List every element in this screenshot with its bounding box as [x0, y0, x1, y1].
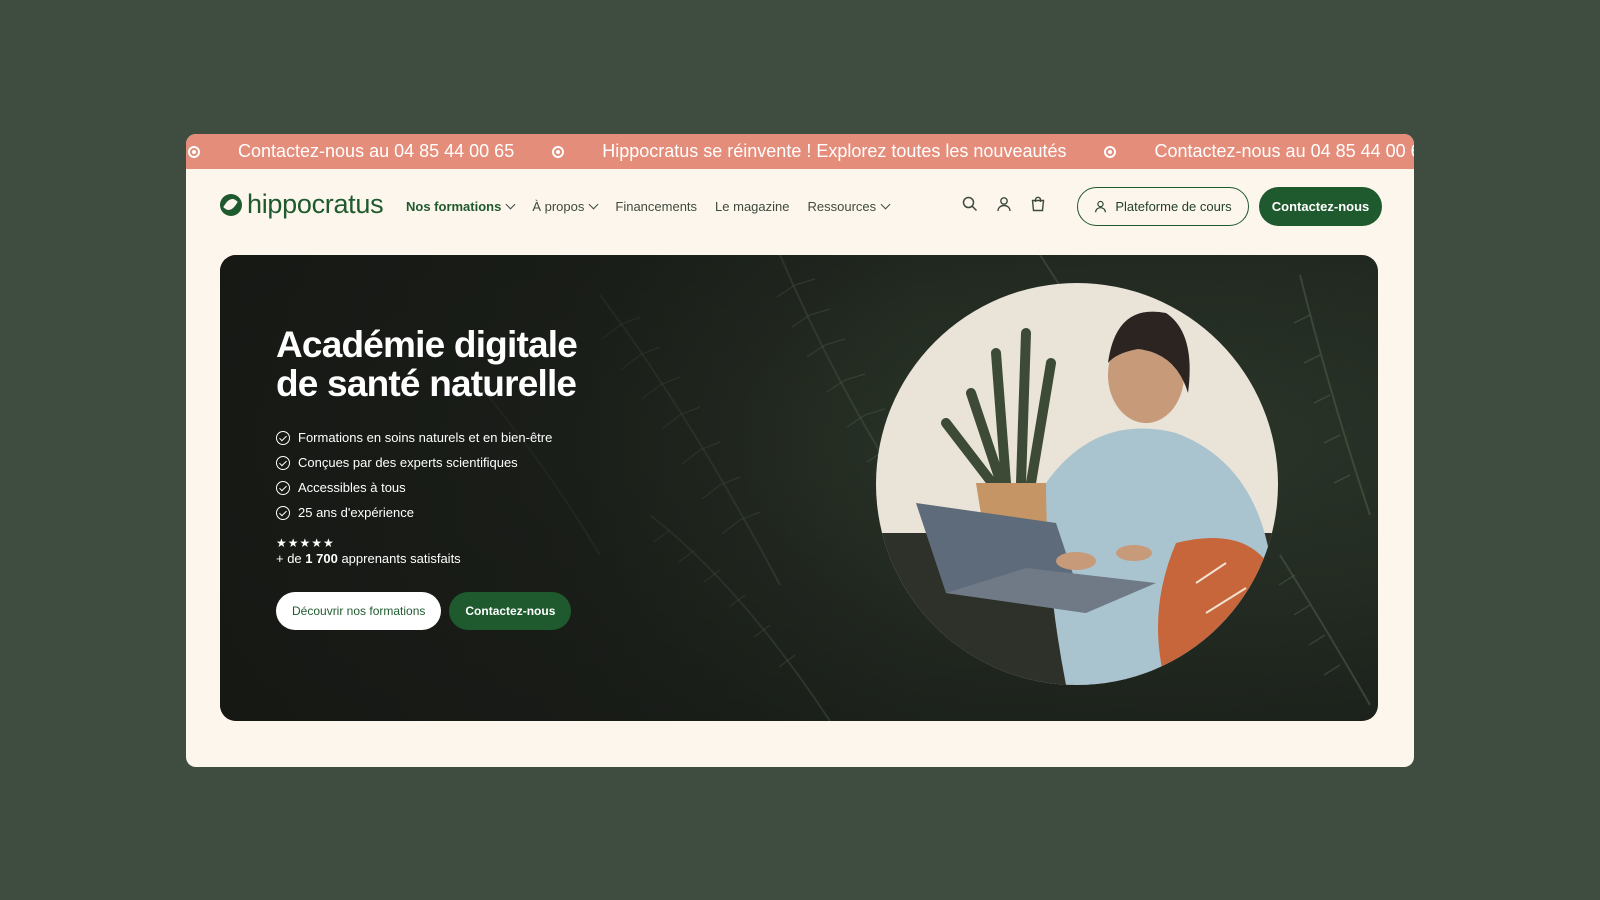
- feature-list: Formations en soins naturels et en bien-…: [276, 430, 577, 520]
- user-icon: [1095, 200, 1107, 213]
- hero-contact-button[interactable]: Contactez-nous: [449, 592, 572, 630]
- discover-courses-button[interactable]: Découvrir nos formations: [276, 592, 442, 630]
- feature-item: Accessibles à tous: [276, 480, 577, 495]
- bullet-icon: [1104, 145, 1117, 158]
- feature-text: Conçues par des experts scientifiques: [298, 455, 518, 470]
- feature-item: Formations en soins naturels et en bien-…: [276, 430, 577, 445]
- feature-text: Accessibles à tous: [298, 480, 406, 495]
- rating-block: ★★★★★ + de 1 700 apprenants satisfaits: [276, 536, 577, 566]
- rating-suffix: apprenants satisfaits: [337, 551, 461, 566]
- course-platform-button[interactable]: Plateforme de cours: [1077, 187, 1249, 226]
- brand-logo[interactable]: hippocratus: [220, 189, 384, 220]
- check-circle-icon: [276, 480, 290, 495]
- feature-item: Conçues par des experts scientifiques: [276, 455, 577, 470]
- announcement-message[interactable]: Contactez-nous au 04 85 44 00 65: [1116, 141, 1414, 162]
- chevron-down-icon: [505, 199, 516, 210]
- nav-item-label: Nos formations: [406, 199, 502, 214]
- check-circle-icon: [276, 505, 290, 520]
- rating-prefix: + de: [276, 551, 306, 566]
- star-rating-icon: ★★★★★: [276, 536, 335, 550]
- nav-item-label: Le magazine: [715, 199, 790, 214]
- feature-text: Formations en soins naturels et en bien-…: [298, 430, 553, 445]
- hero-photo-woman-laptop: [876, 283, 1278, 685]
- nav-item-nos-formations[interactable]: Nos formations: [406, 199, 516, 214]
- nav-item-label: Financements: [615, 199, 698, 214]
- hero-cta-row: Découvrir nos formations Contactez-nous: [276, 592, 577, 630]
- chevron-down-icon: [588, 199, 599, 210]
- course-platform-label: Plateforme de cours: [1115, 199, 1232, 214]
- nav-item-a-propos[interactable]: À propos: [532, 199, 599, 214]
- hero-banner: Académie digitale de santé naturelle For…: [220, 255, 1378, 721]
- nav-item-le-magazine[interactable]: Le magazine: [715, 199, 789, 214]
- announcement-message[interactable]: Hippocratus se réinvente ! Explorez tout…: [564, 141, 1104, 162]
- leaf-logo-icon: [220, 193, 242, 216]
- bullet-icon: [188, 145, 200, 158]
- nav-item-label: Ressources: [807, 199, 877, 214]
- contact-button[interactable]: Contactez-nous: [1259, 187, 1382, 226]
- user-icon[interactable]: [995, 195, 1013, 213]
- nav-item-financements[interactable]: Financements: [615, 199, 697, 214]
- feature-item: 25 ans d'expérience: [276, 505, 577, 520]
- check-circle-icon: [276, 455, 290, 470]
- cart-icon[interactable]: [1029, 195, 1047, 213]
- nav-tools: [961, 195, 1047, 213]
- nav-item-label: À propos: [532, 199, 585, 214]
- feature-text: 25 ans d'expérience: [298, 505, 414, 520]
- announcement-message[interactable]: Contactez-nous au 04 85 44 00 65: [200, 141, 552, 162]
- browser-page: Contactez-nous au 04 85 44 00 65 Hippocr…: [186, 134, 1414, 767]
- announcement-bar: Contactez-nous au 04 85 44 00 65 Hippocr…: [186, 134, 1414, 169]
- bullet-icon: [552, 145, 565, 158]
- nav-menu: Nos formations À propos Financements Le …: [406, 199, 891, 214]
- nav-item-ressources[interactable]: Ressources: [807, 199, 891, 214]
- main-navbar: hippocratus Nos formations À propos Fina…: [186, 169, 1414, 245]
- chevron-down-icon: [880, 199, 891, 210]
- brand-name: hippocratus: [247, 189, 384, 219]
- rating-count: 1 700: [305, 551, 338, 566]
- check-circle-icon: [276, 430, 290, 445]
- hero-content: Académie digitale de santé naturelle For…: [276, 324, 578, 630]
- hero-title: Académie digitale de santé naturelle: [276, 324, 578, 404]
- rating-text: + de 1 700 apprenants satisfaits: [276, 551, 577, 566]
- search-icon[interactable]: [961, 195, 979, 213]
